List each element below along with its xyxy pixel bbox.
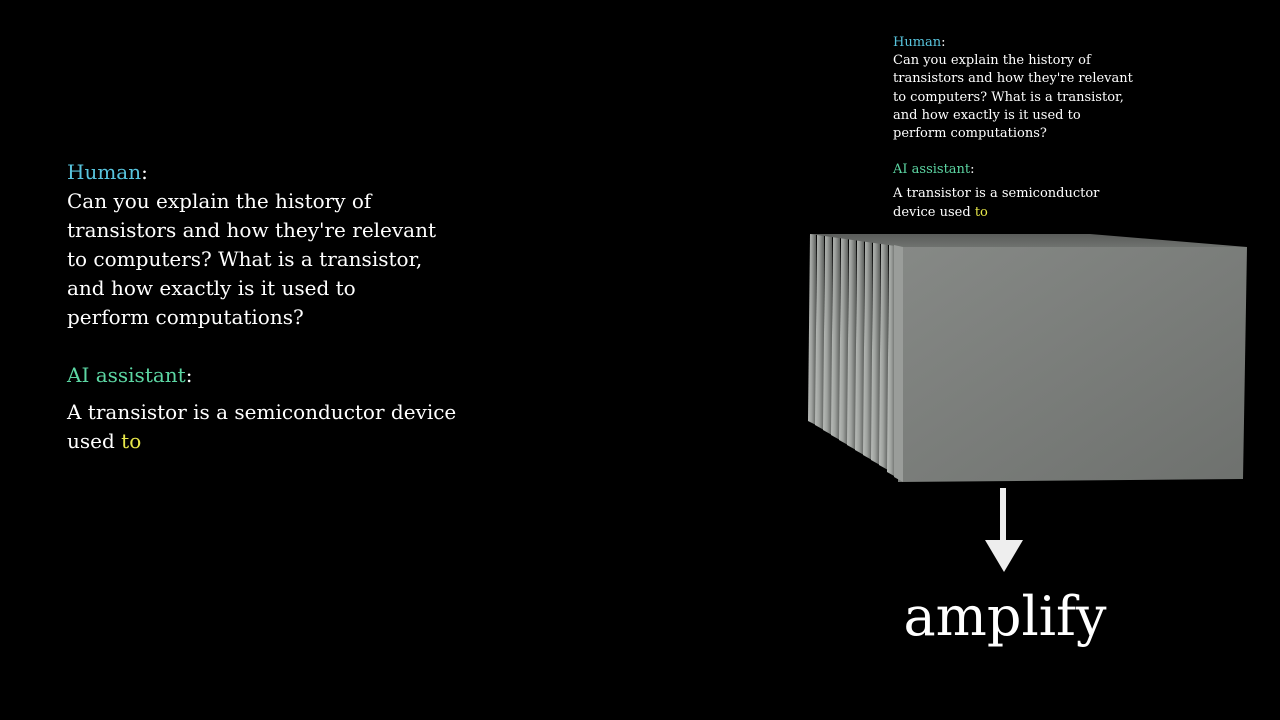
human-message-line: perform computations?	[67, 305, 304, 329]
human-message-line: to computers? What is a transistor,	[67, 247, 423, 271]
human-label: Human	[67, 160, 142, 184]
layer-stack-graphic	[790, 225, 1260, 490]
next-token: to	[974, 204, 988, 220]
ai-response-line: A transistor is a semiconductor device u…	[893, 185, 1133, 221]
human-message-line: Can you explain the history of	[893, 53, 1091, 69]
human-message-line: and how exactly is it used to	[67, 276, 356, 300]
predicted-word: amplify	[903, 585, 1107, 648]
input-conversation-small: Human: Can you explain the history of tr…	[893, 34, 1133, 222]
ai-label: AI assistant	[67, 363, 186, 387]
human-label: Human	[893, 35, 942, 50]
ai-colon: :	[185, 363, 193, 387]
human-speaker-line: Human:	[67, 158, 497, 187]
ai-colon: :	[970, 162, 975, 178]
ai-label: AI assistant	[893, 162, 971, 178]
ai-speaker-line: AI assistant:	[67, 361, 497, 390]
human-message-line: to computers? What is a transistor,	[893, 89, 1124, 105]
ai-speaker-line: AI assistant:	[893, 161, 1133, 179]
ai-response-line: A transistor is a semiconductor device u…	[67, 398, 497, 456]
block-front-face	[898, 247, 1247, 482]
block-front-edge	[894, 245, 903, 482]
human-colon: :	[941, 35, 946, 50]
main-conversation: Human: Can you explain the history of tr…	[67, 158, 497, 456]
layer-slices	[808, 234, 896, 477]
human-colon: :	[141, 160, 148, 184]
human-message-line: Can you explain the history of	[67, 189, 372, 213]
human-message-line: and how exactly is it used to	[893, 107, 1081, 123]
layer-stack-svg	[808, 234, 1247, 482]
human-message-line: perform computations?	[893, 126, 1047, 142]
next-token: to	[121, 429, 142, 453]
human-message-line: transistors and how they're relevant	[893, 71, 1133, 87]
human-message-line: transistors and how they're relevant	[67, 218, 437, 242]
human-speaker-line: Human:	[893, 34, 1133, 52]
ai-response-text: A transistor is a semiconductor device u…	[893, 186, 1100, 220]
arrow-down-icon	[984, 488, 1024, 574]
